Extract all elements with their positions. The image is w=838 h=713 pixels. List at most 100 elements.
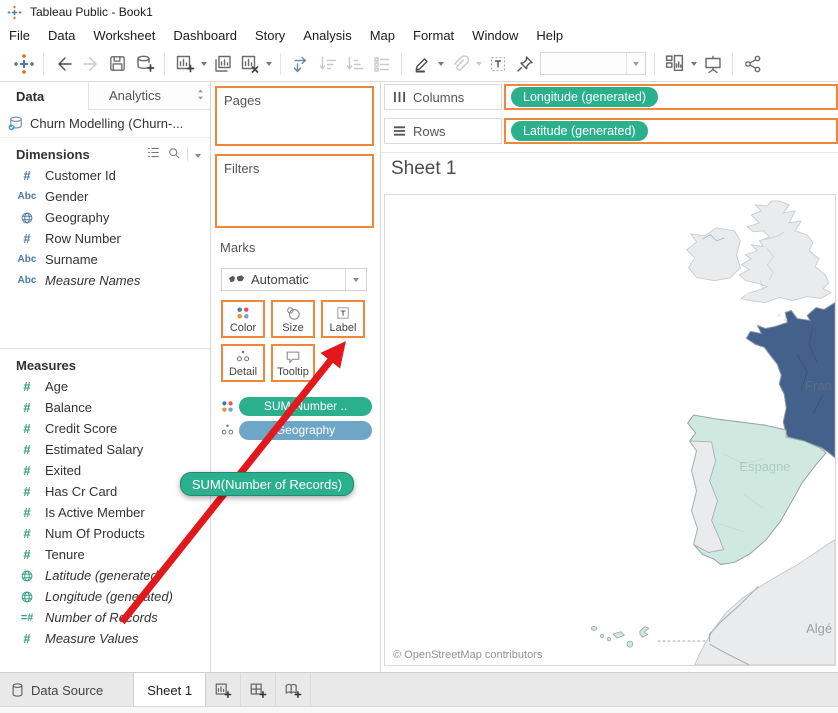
fit-selector-caret-icon[interactable]	[626, 53, 645, 74]
add-datasource-icon[interactable]	[131, 50, 158, 77]
label-button[interactable]: Label	[321, 300, 365, 338]
tableau-app-icon	[7, 5, 22, 20]
share-icon[interactable]	[739, 50, 766, 77]
menu-map[interactable]: Map	[361, 26, 404, 45]
dimensions-menu-caret-icon[interactable]	[194, 147, 202, 162]
new-worksheet-icon[interactable]	[171, 50, 198, 77]
group-members-icon[interactable]	[446, 50, 473, 77]
map-view[interactable]: Fran Espagne Algé © OpenStreetMap contri…	[384, 194, 836, 666]
new-story-tab-icon[interactable]	[276, 673, 311, 707]
pill-latitude-generated[interactable]: Latitude (generated)	[511, 121, 648, 141]
toolbar	[0, 46, 838, 82]
tab-sheet-1[interactable]: Sheet 1	[133, 673, 206, 707]
mark-type-dropdown[interactable]: Automatic	[221, 268, 367, 291]
field-tenure[interactable]: #Tenure	[0, 544, 210, 565]
map-label-france: Fran	[805, 378, 832, 393]
datasource-row[interactable]: Churn Modelling (Churn-...	[0, 110, 210, 138]
menu-format[interactable]: Format	[404, 26, 463, 45]
find-field-icon[interactable]	[167, 146, 181, 163]
map-label-spain: Espagne	[739, 459, 790, 474]
detail-button[interactable]: Detail	[221, 344, 265, 382]
pages-shelf[interactable]: Pages	[215, 86, 374, 146]
clear-sheet-caret-icon[interactable]	[263, 50, 274, 77]
field-row-number[interactable]: #Row Number	[0, 228, 210, 249]
number-field-icon: #	[12, 484, 42, 499]
rows-shelf[interactable]: Latitude (generated)	[504, 118, 838, 144]
back-icon[interactable]	[50, 50, 77, 77]
field-measure-names[interactable]: AbcMeasure Names	[0, 270, 210, 291]
highlight-icon[interactable]	[408, 50, 435, 77]
tableau-logo-icon[interactable]	[10, 50, 37, 77]
tab-data-source[interactable]: Data Source	[0, 673, 119, 707]
field-credit-score[interactable]: #Credit Score	[0, 418, 210, 439]
field-exited[interactable]: #Exited	[0, 460, 210, 481]
menu-dashboard[interactable]: Dashboard	[164, 26, 246, 45]
field-measure-values[interactable]: #Measure Values	[0, 628, 210, 649]
show-me-icon[interactable]	[661, 50, 688, 77]
group-members-caret-icon[interactable]	[473, 50, 484, 77]
field-balance[interactable]: #Balance	[0, 397, 210, 418]
mark-type-caret-icon[interactable]	[345, 269, 366, 290]
filters-shelf[interactable]: Filters	[215, 154, 374, 228]
new-dashboard-tab-icon[interactable]	[241, 673, 276, 707]
title-bar: Tableau Public - Book1	[0, 0, 838, 24]
new-worksheet-tab-icon[interactable]	[206, 673, 241, 707]
marks-pill-geography[interactable]: Geography	[239, 421, 372, 440]
sort-descending-icon[interactable]	[341, 50, 368, 77]
new-worksheet-caret-icon[interactable]	[198, 50, 209, 77]
dragged-pill-sum-number-of-records[interactable]: SUM(Number of Records)	[180, 472, 354, 496]
field-customer-id[interactable]: #Customer Id	[0, 165, 210, 186]
menu-data[interactable]: Data	[39, 26, 84, 45]
tooltip-button[interactable]: Tooltip	[271, 344, 315, 382]
field-has-cr-card[interactable]: #Has Cr Card	[0, 481, 210, 502]
menu-window[interactable]: Window	[463, 26, 527, 45]
field-latitude-generated[interactable]: Latitude (generated)	[0, 565, 210, 586]
field-num-of-products[interactable]: #Num Of Products	[0, 523, 210, 544]
pane-divider[interactable]	[380, 82, 381, 672]
sort-ascending-icon[interactable]	[314, 50, 341, 77]
show-me-caret-icon[interactable]	[688, 50, 699, 77]
menu-worksheet[interactable]: Worksheet	[84, 26, 164, 45]
window-bottom-strip	[0, 706, 838, 713]
forward-icon[interactable]	[77, 50, 104, 77]
swap-axes-icon[interactable]	[287, 50, 314, 77]
marks-pill-sum-number[interactable]: SUM(Number ..	[239, 397, 372, 416]
size-button[interactable]: Size	[271, 300, 315, 338]
field-longitude-generated[interactable]: Longitude (generated)	[0, 586, 210, 607]
show-mark-labels-icon[interactable]	[484, 50, 511, 77]
pane-section-divider[interactable]	[0, 348, 210, 349]
field-is-active-member[interactable]: #Is Active Member	[0, 502, 210, 523]
field-age[interactable]: #Age	[0, 376, 210, 397]
map-great-britain	[739, 201, 831, 303]
duplicate-sheet-icon[interactable]	[209, 50, 236, 77]
europe-map[interactable]: Fran Espagne Algé	[385, 195, 835, 665]
field-estimated-salary[interactable]: #Estimated Salary	[0, 439, 210, 460]
field-surname[interactable]: AbcSurname	[0, 249, 210, 270]
pill-longitude-generated[interactable]: Longitude (generated)	[511, 87, 658, 107]
fix-axes-icon[interactable]	[511, 50, 538, 77]
highlight-caret-icon[interactable]	[435, 50, 446, 77]
menu-analysis[interactable]: Analysis	[294, 26, 360, 45]
menu-help[interactable]: Help	[527, 26, 572, 45]
field-gender[interactable]: AbcGender	[0, 186, 210, 207]
save-icon[interactable]	[104, 50, 131, 77]
data-source-tab-icon	[11, 683, 24, 697]
presentation-mode-icon[interactable]	[699, 50, 726, 77]
size-icon	[284, 305, 302, 321]
menu-file[interactable]: File	[0, 26, 39, 45]
tab-analytics[interactable]: Analytics	[88, 82, 210, 110]
columns-shelf[interactable]: Longitude (generated)	[504, 84, 838, 110]
view-as-list-icon[interactable]	[146, 146, 161, 162]
pane-divider[interactable]	[210, 82, 211, 672]
field-geography[interactable]: Geography	[0, 207, 210, 228]
tab-data[interactable]: Data	[0, 82, 88, 110]
menu-story[interactable]: Story	[246, 26, 294, 45]
field-number-of-records[interactable]: =#Number of Records	[0, 607, 210, 628]
pane-swap-icon[interactable]	[196, 88, 205, 104]
map-glyph-icon	[228, 274, 245, 286]
totals-icon[interactable]	[368, 50, 395, 77]
fit-selector[interactable]	[540, 52, 646, 75]
color-button[interactable]: Color	[221, 300, 265, 338]
clear-sheet-icon[interactable]	[236, 50, 263, 77]
map-channel-island	[778, 314, 781, 317]
